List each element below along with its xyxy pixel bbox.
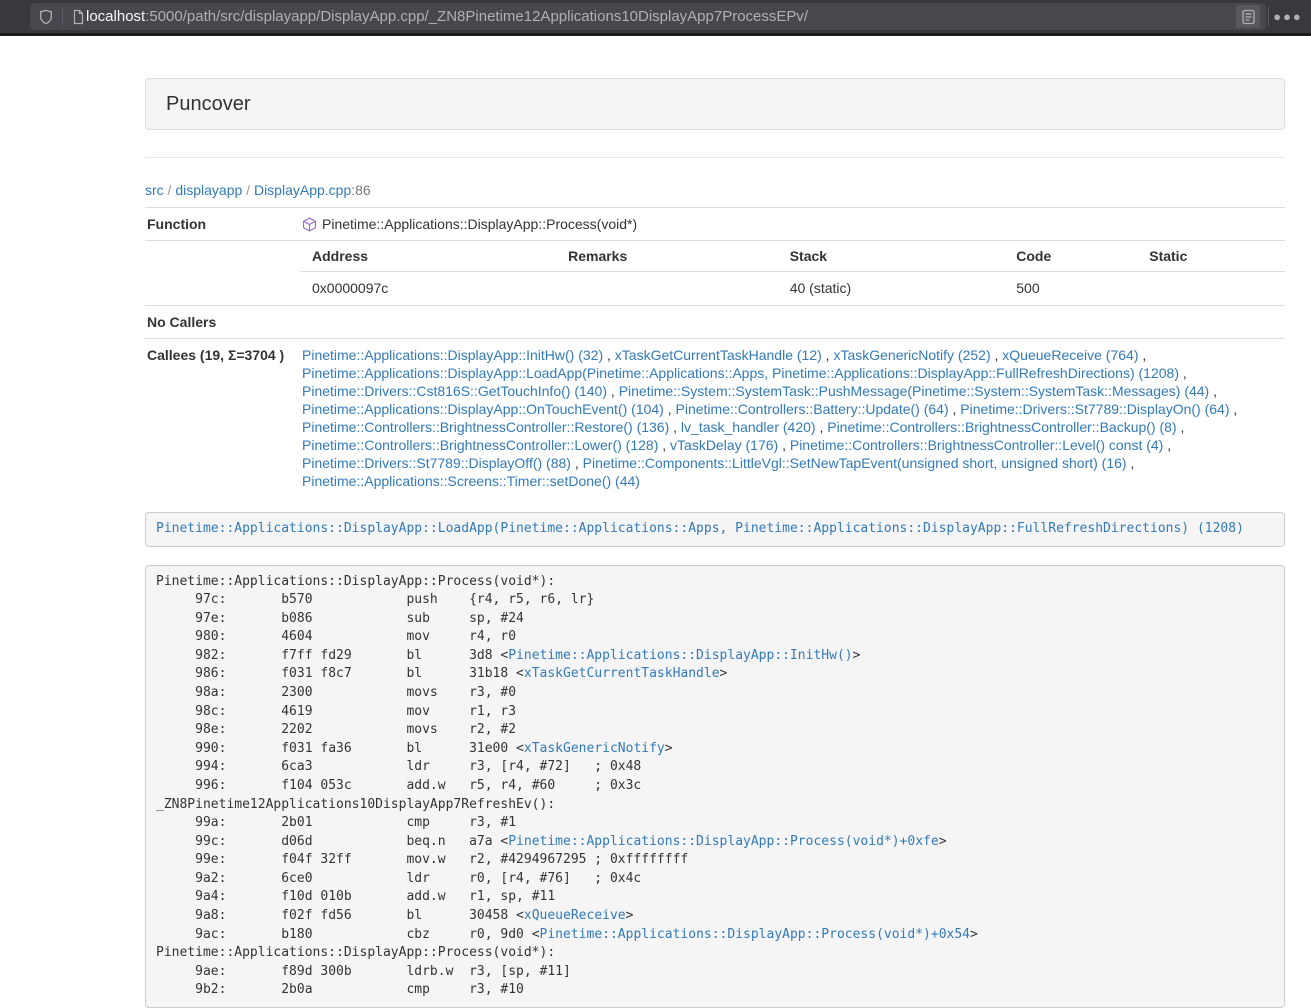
- assembly-symbol-link[interactable]: Pinetime::Applications::DisplayApp::Proc…: [540, 927, 970, 942]
- stats-header: Address: [300, 241, 556, 272]
- assembly-symbol-link[interactable]: xTaskGenericNotify: [524, 741, 665, 756]
- assembly-symbol-link[interactable]: Pinetime::Applications::DisplayApp::Init…: [508, 648, 852, 663]
- callees-row: Callees (19, Σ=3704 ) Pinetime::Applicat…: [145, 339, 1285, 498]
- toolbar-divider: [1268, 7, 1269, 26]
- highlighted-callee-link[interactable]: Pinetime::Applications::DisplayApp::Load…: [156, 521, 1244, 536]
- stats-value: 500: [1004, 272, 1137, 306]
- callees-label: Callees (19, Σ=3704 ): [145, 339, 300, 498]
- shield-icon[interactable]: [38, 9, 54, 25]
- callee-separator: ,: [1138, 347, 1146, 363]
- callee-separator: ,: [571, 455, 583, 471]
- callee-link[interactable]: xTaskGenericNotify (252): [833, 347, 990, 363]
- title-panel: Puncover: [145, 78, 1285, 130]
- stats-table: AddressRemarksStackCodeStatic 0x0000097c…: [300, 241, 1285, 305]
- no-callers-label: No Callers: [145, 306, 300, 339]
- page-content: Puncover src / displayapp / DisplayApp.c…: [145, 78, 1285, 1008]
- callee-link[interactable]: Pinetime::Applications::DisplayApp::OnTo…: [302, 401, 664, 417]
- callee-separator: ,: [1177, 419, 1185, 435]
- callee-link[interactable]: Pinetime::Controllers::BrightnessControl…: [302, 419, 669, 435]
- callee-link[interactable]: Pinetime::Drivers::Cst816S::GetTouchInfo…: [302, 383, 607, 399]
- no-callers-row: No Callers: [145, 306, 1285, 339]
- callee-separator: ,: [778, 437, 790, 453]
- stats-header: Code: [1004, 241, 1137, 272]
- callee-link[interactable]: Pinetime::Components::LittleVgl::SetNewT…: [583, 455, 1127, 471]
- url-path: :5000/path/src/displayapp/DisplayApp.cpp…: [145, 8, 808, 25]
- callee-link[interactable]: Pinetime::Drivers::St7789::DisplayOff() …: [302, 455, 571, 471]
- callee-link[interactable]: Pinetime::Controllers::Battery::Update()…: [676, 401, 949, 417]
- callee-separator: ,: [669, 419, 681, 435]
- callee-separator: ,: [1209, 383, 1217, 399]
- page-icon[interactable]: [71, 9, 86, 25]
- callee-link[interactable]: xQueueReceive (764): [1002, 347, 1138, 363]
- url-text[interactable]: localhost:5000/path/src/displayapp/Displ…: [86, 8, 808, 25]
- stats-header: Remarks: [556, 241, 778, 272]
- stats-value: 40 (static): [778, 272, 1005, 306]
- assembly-symbol-link[interactable]: Pinetime::Applications::DisplayApp::Proc…: [508, 834, 938, 849]
- callee-separator: ,: [816, 419, 828, 435]
- callee-separator: ,: [1127, 455, 1135, 471]
- callee-link[interactable]: lv_task_handler (420): [681, 419, 816, 435]
- callee-separator: ,: [822, 347, 834, 363]
- function-name: Pinetime::Applications::DisplayApp::Proc…: [322, 215, 637, 233]
- callee-link[interactable]: Pinetime::Drivers::St7789::DisplayOn() (…: [960, 401, 1229, 417]
- assembly-symbol-link[interactable]: xTaskGetCurrentTaskHandle: [524, 666, 720, 681]
- callee-separator: ,: [991, 347, 1003, 363]
- callee-link[interactable]: Pinetime::System::SystemTask::PushMessag…: [619, 383, 1210, 399]
- stats-row: AddressRemarksStackCodeStatic 0x0000097c…: [145, 241, 1285, 306]
- browser-toolbar: localhost:5000/path/src/displayapp/Displ…: [0, 0, 1311, 33]
- callee-link[interactable]: Pinetime::Applications::Screens::Timer::…: [302, 473, 640, 489]
- breadcrumb-separator: /: [242, 182, 254, 198]
- breadcrumb-line-number: :86: [351, 182, 370, 198]
- page-title: Puncover: [166, 93, 251, 116]
- function-table: Function Pinetime::Applications::Display…: [145, 207, 1285, 497]
- callee-separator: ,: [1230, 401, 1238, 417]
- function-label: Function: [145, 208, 300, 241]
- stats-header: Stack: [778, 241, 1005, 272]
- callee-link[interactable]: Pinetime::Applications::DisplayApp::Init…: [302, 347, 603, 363]
- stats-value: [556, 272, 778, 306]
- stats-value: [1137, 272, 1285, 306]
- stats-value-row: 0x0000097c 40 (static)500: [300, 272, 1285, 306]
- callee-link[interactable]: Pinetime::Controllers::BrightnessControl…: [302, 437, 658, 453]
- stats-header-row: AddressRemarksStackCodeStatic: [300, 241, 1285, 272]
- reader-mode-icon[interactable]: [1236, 5, 1260, 28]
- callee-link[interactable]: Pinetime::Applications::DisplayApp::Load…: [302, 365, 1179, 381]
- function-row: Function Pinetime::Applications::Display…: [145, 208, 1285, 241]
- stats-value: 0x0000097c: [300, 272, 556, 306]
- url-bar-divider: [62, 8, 63, 26]
- callee-separator: ,: [664, 401, 676, 417]
- menu-dots-icon[interactable]: ●●●: [1273, 0, 1303, 33]
- callees-cell: Pinetime::Applications::DisplayApp::Init…: [300, 339, 1285, 498]
- callee-link[interactable]: vTaskDelay (176): [670, 437, 778, 453]
- assembly-block: Pinetime::Applications::DisplayApp::Proc…: [145, 565, 1285, 1008]
- callee-link[interactable]: Pinetime::Controllers::BrightnessControl…: [827, 419, 1176, 435]
- highlighted-callee-box: Pinetime::Applications::DisplayApp::Load…: [145, 512, 1285, 547]
- callee-separator: ,: [1163, 437, 1171, 453]
- callee-link[interactable]: xTaskGetCurrentTaskHandle (12): [615, 347, 822, 363]
- callee-link[interactable]: Pinetime::Controllers::BrightnessControl…: [790, 437, 1163, 453]
- callee-separator: ,: [607, 383, 619, 399]
- url-bar[interactable]: localhost:5000/path/src/displayapp/Displ…: [30, 3, 1266, 30]
- package-cube-icon: [302, 217, 317, 232]
- url-host: localhost: [86, 8, 145, 25]
- callee-separator: ,: [949, 401, 961, 417]
- callee-separator: ,: [658, 437, 670, 453]
- breadcrumb-link[interactable]: src: [145, 182, 164, 198]
- breadcrumb-separator: /: [164, 182, 176, 198]
- assembly-symbol-link[interactable]: xQueueReceive: [524, 908, 626, 923]
- callee-separator: ,: [1179, 365, 1187, 381]
- stats-header: Static: [1137, 241, 1285, 272]
- breadcrumb: src / displayapp / DisplayApp.cpp:86: [145, 182, 1285, 198]
- divider: [145, 157, 1285, 158]
- callee-separator: ,: [603, 347, 615, 363]
- toolbar-shadow: [0, 33, 1311, 36]
- breadcrumb-link[interactable]: displayapp: [175, 182, 242, 198]
- breadcrumb-link[interactable]: DisplayApp.cpp: [254, 182, 351, 198]
